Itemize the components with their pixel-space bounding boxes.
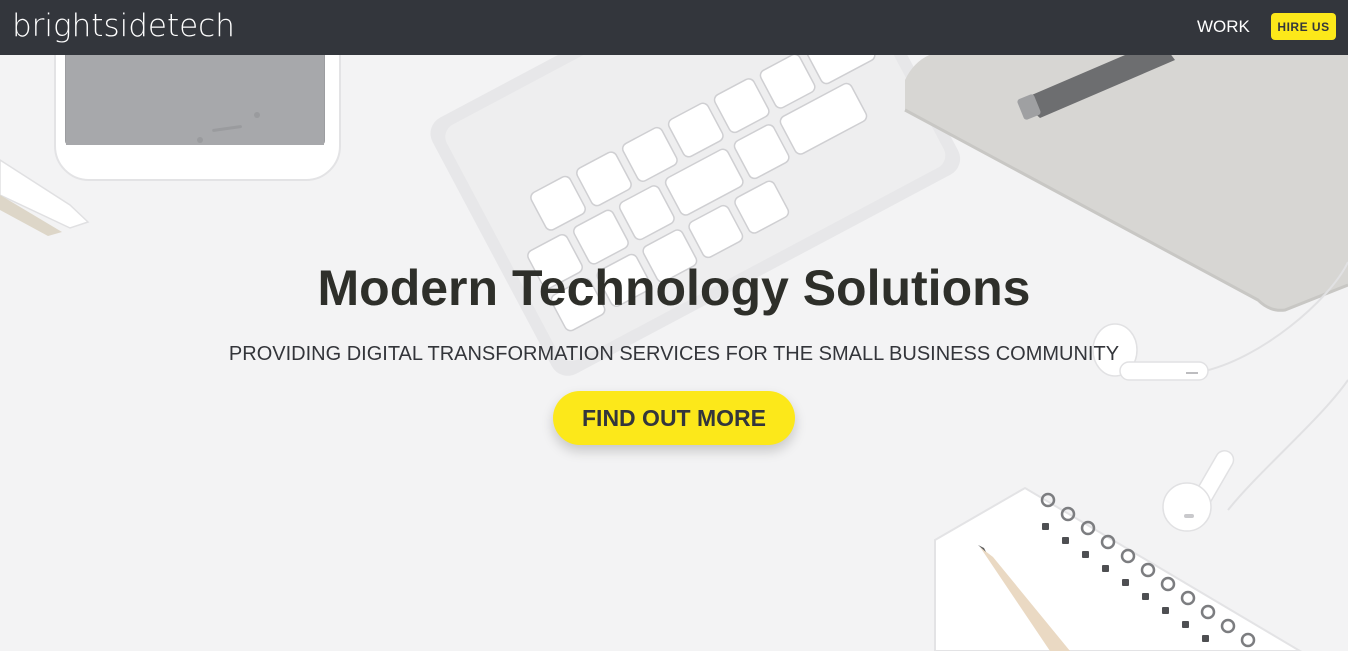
hero-title: Modern Technology Solutions (317, 260, 1031, 316)
brand-logo[interactable]: brightsidetech (12, 6, 235, 46)
phone-illustration (54, 55, 341, 181)
hero-subtitle: PROVIDING DIGITAL TRANSFORMATION SERVICE… (228, 343, 1120, 365)
nav-link-work[interactable]: WORK (1197, 17, 1250, 37)
hero-section: Modern Technology Solutions PROVIDING DI… (0, 55, 1348, 651)
find-out-more-button[interactable]: FIND OUT MORE (553, 391, 795, 445)
top-navbar: brightsidetech WORK HIRE US (0, 0, 1348, 55)
hire-us-button[interactable]: HIRE US (1271, 13, 1336, 40)
